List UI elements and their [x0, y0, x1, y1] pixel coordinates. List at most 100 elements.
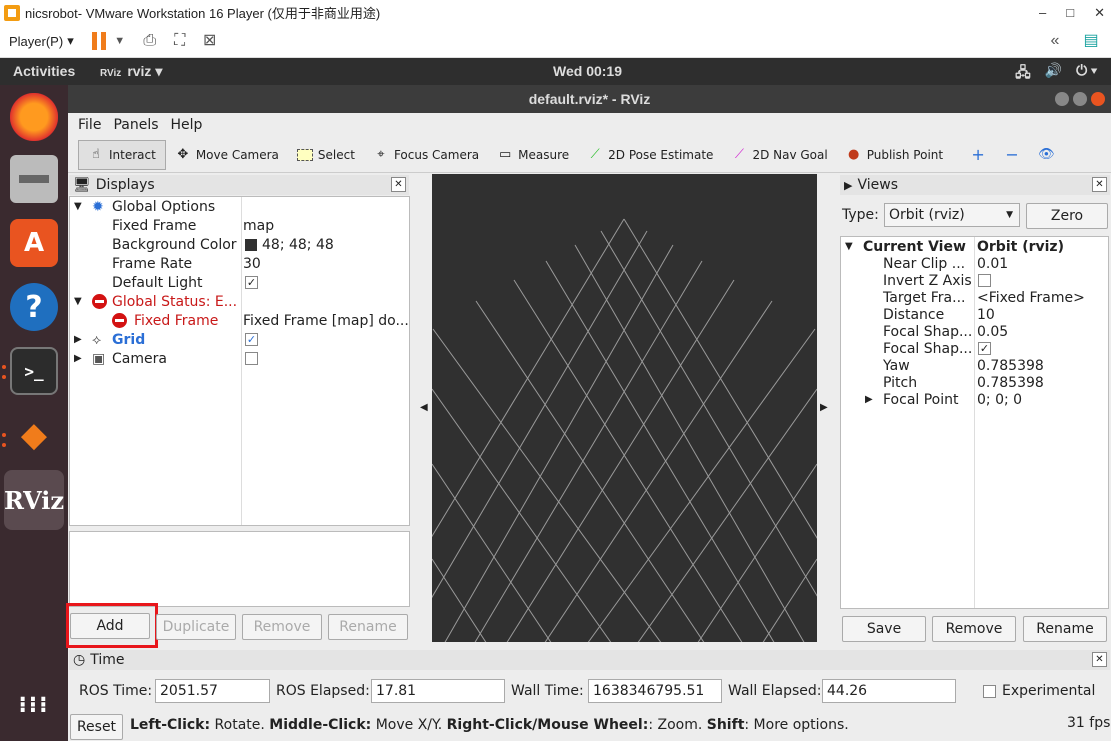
rviz-minimize-button[interactable] [1055, 92, 1069, 106]
collapse-icon[interactable]: « [1045, 31, 1065, 51]
tree-row-fixed-frame-status[interactable]: Fixed Frame [112, 311, 218, 330]
frame-rate-value[interactable]: 30 [243, 254, 261, 273]
gazebo-icon[interactable]: ◆ [10, 411, 58, 459]
ros-time-field[interactable]: 2051.57 [155, 679, 270, 703]
app-menu[interactable]: RViz rviz ▾ [100, 63, 162, 80]
menu-panels[interactable]: Panels [113, 117, 158, 133]
tool-move-camera[interactable]: ✥ Move Camera [166, 140, 288, 170]
show-apps-icon[interactable]: ⁝⁝⁝ [10, 681, 58, 729]
files-icon[interactable] [10, 155, 58, 203]
tool-2d-pose-estimate[interactable]: ⟋ 2D Pose Estimate [578, 140, 722, 170]
close-icon[interactable]: ✕ [391, 177, 406, 192]
remove-display-button[interactable]: Remove [242, 614, 322, 640]
experimental-checkbox[interactable] [983, 685, 996, 698]
tool-publish-point[interactable]: ● Publish Point [837, 140, 952, 170]
tree-row-camera[interactable]: ▶ ▣ Camera [74, 349, 167, 368]
collapse-right-icon[interactable]: ▶ [820, 402, 828, 413]
firefox-icon[interactable] [10, 93, 58, 141]
status-hint: Left-Click: Rotate. Middle-Click: Move X… [130, 717, 849, 733]
render-viewport[interactable] [393, 174, 855, 645]
close-button[interactable]: ✕ [1094, 5, 1105, 21]
tool-select[interactable]: Select [288, 140, 364, 170]
tool-focus-camera[interactable]: ⌖ Focus Camera [364, 140, 488, 170]
ros-elapsed-label: ROS Elapsed: [276, 683, 370, 699]
background-color-value[interactable]: 48; 48; 48 [245, 235, 334, 254]
camera-checkbox[interactable] [245, 349, 258, 368]
views-title: Views [857, 177, 898, 193]
wall-elapsed-field[interactable]: 44.26 [822, 679, 956, 703]
duplicate-button[interactable]: Duplicate [156, 614, 236, 640]
rename-view-button[interactable]: Rename [1023, 616, 1107, 642]
terminal-icon[interactable]: >_ [10, 347, 58, 395]
player-menu[interactable]: Player(P) ▾ [9, 33, 74, 49]
pause-icon[interactable] [91, 32, 106, 50]
tool-label: Measure [518, 147, 570, 162]
remove-view-button[interactable]: Remove [932, 616, 1016, 642]
network-icon: 🖧 [1015, 64, 1031, 80]
power-icon: ⏻ ▾ [1076, 62, 1097, 78]
tool-interact[interactable]: ☝ Interact [78, 139, 166, 170]
clock[interactable]: Wed 00:19 [553, 63, 622, 79]
help-icon[interactable]: ? [10, 283, 58, 331]
notes-icon[interactable]: ▤ [1081, 31, 1101, 51]
fixed-frame-status-value[interactable]: Fixed Frame [map] do... [243, 311, 409, 330]
tool-label: Focus Camera [393, 147, 480, 162]
tool-2d-nav-goal[interactable]: ⟋ 2D Nav Goal [722, 140, 836, 170]
row-name: Camera [112, 350, 167, 367]
wall-time-field[interactable]: 1638346795.51 [588, 679, 722, 703]
menu-file[interactable]: File [78, 117, 101, 133]
checkbox: ✓ [978, 342, 991, 355]
hint-key: Shift [706, 717, 745, 733]
tree-row-grid[interactable]: ▶ ⟡ Grid [74, 330, 145, 349]
system-tray[interactable]: 🖧 🔊 ⏻ ▾ [1015, 62, 1097, 86]
focal-point-value[interactable]: 0; 0; 0 [977, 390, 1022, 409]
eye-icon[interactable]: 👁 [1038, 147, 1055, 162]
save-view-button[interactable]: Save [842, 616, 926, 642]
zero-button[interactable]: Zero [1026, 203, 1108, 229]
close-icon[interactable]: ✕ [1092, 177, 1107, 192]
tree-row-global-options[interactable]: ▼ ✹ Global Options [74, 197, 215, 216]
checkbox [978, 274, 991, 287]
unity-icon[interactable]: ⊠ [200, 31, 220, 51]
tree-row-background-color[interactable]: Background Color [112, 235, 237, 254]
select-icon [296, 148, 313, 161]
activities-button[interactable]: Activities [13, 63, 75, 79]
tool-label: Publish Point [866, 147, 944, 162]
grid-checkbox[interactable]: ✓ [245, 330, 258, 349]
rviz-small-icon: RViz [100, 68, 122, 79]
tree-row-fixed-frame[interactable]: Fixed Frame [112, 216, 196, 235]
default-light-checkbox[interactable]: ✓ [245, 273, 258, 292]
rviz-dock-icon[interactable]: RViz [4, 470, 64, 530]
tree-row-global-status[interactable]: ▼ Global Status: E... [74, 292, 237, 311]
chevron-down-icon[interactable]: ▼ [110, 31, 130, 51]
fullscreen-icon[interactable]: ⛶ [170, 31, 190, 51]
tool-measure[interactable]: ▭ Measure [488, 140, 578, 170]
add-tool-icon[interactable]: + [970, 146, 986, 162]
collapse-left-icon[interactable]: ◀ [420, 402, 428, 413]
pose-estimate-icon: ⟋ [590, 146, 600, 162]
rviz-maximize-button[interactable] [1073, 92, 1087, 106]
tree-row-frame-rate[interactable]: Frame Rate [112, 254, 192, 273]
row-name: Grid [112, 331, 146, 348]
view-type-select[interactable]: Orbit (rviz) ▼ [884, 203, 1020, 227]
reset-button[interactable]: Reset [70, 714, 123, 740]
color-swatch [245, 238, 257, 251]
rviz-close-button[interactable] [1091, 92, 1105, 106]
menu-help[interactable]: Help [171, 117, 203, 133]
tree-row-focal-point[interactable]: ▶ Focal Point [865, 390, 959, 409]
tree-row-default-light[interactable]: Default Light [112, 273, 203, 292]
ros-elapsed-field[interactable]: 17.81 [371, 679, 505, 703]
ros-time-label: ROS Time: [79, 683, 153, 699]
monitor-icon: 🖥 [73, 177, 91, 193]
close-icon[interactable]: ✕ [1092, 652, 1107, 667]
minimize-button[interactable]: – [1039, 5, 1046, 20]
maximize-button[interactable]: □ [1066, 5, 1074, 20]
fixed-frame-value[interactable]: map [243, 216, 274, 235]
remove-tool-icon[interactable]: − [1004, 146, 1020, 162]
rename-display-button[interactable]: Rename [328, 614, 408, 640]
row-name: Global Status: E... [112, 293, 238, 310]
fps-readout: 31 fps [1067, 715, 1111, 731]
software-icon[interactable]: A [10, 219, 58, 267]
send-ctrl-alt-del-icon[interactable]: ⎙ [140, 31, 160, 51]
time-header: ◷ Time ✕ [69, 650, 1110, 670]
